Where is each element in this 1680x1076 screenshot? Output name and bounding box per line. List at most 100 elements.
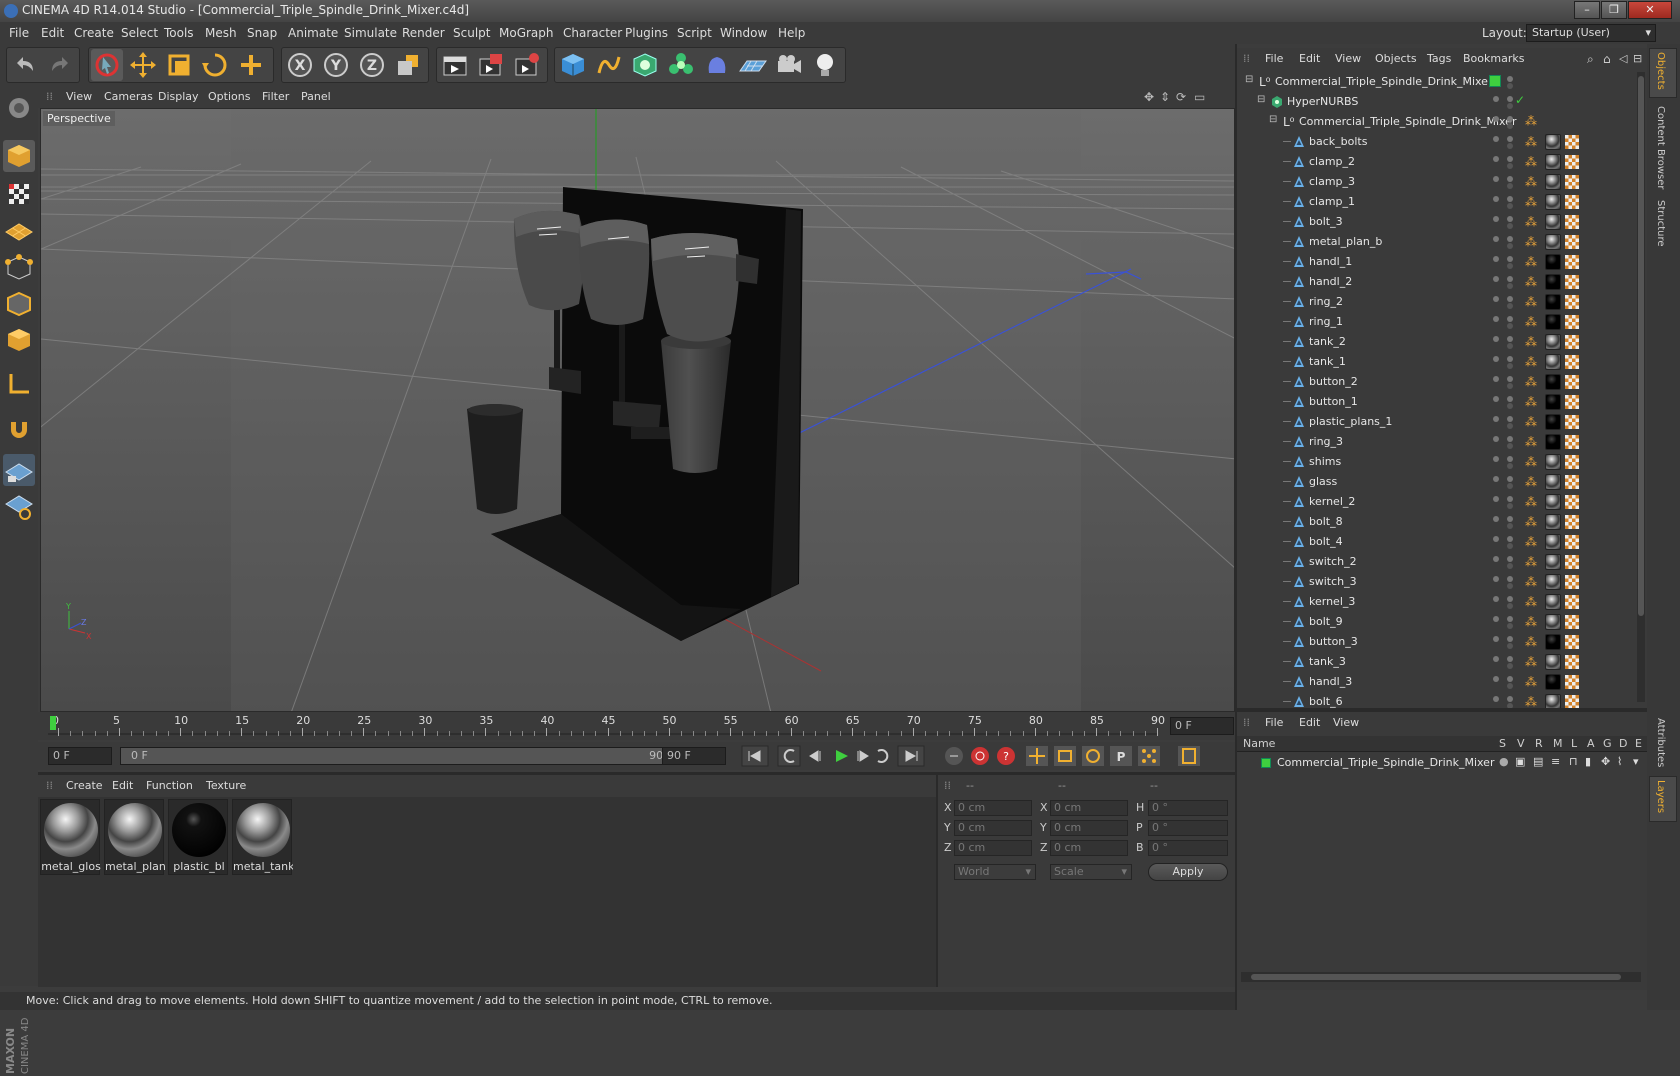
menu-mograph[interactable]: MoGraph (499, 26, 554, 40)
render-visibility-dot[interactable] (1507, 596, 1513, 602)
object-row[interactable]: handl_2 ⁂ (1237, 272, 1647, 292)
phong-tag-icon[interactable]: ⁂ (1525, 414, 1541, 430)
object-row[interactable]: tank_1 ⁂ (1237, 352, 1647, 372)
object-row[interactable]: ⊟ L⁰ Commercial_Triple_Spindle_Drink_Mixer… (1237, 112, 1647, 132)
tab-layers[interactable]: Layers (1655, 780, 1666, 813)
menu-select[interactable]: Select (121, 26, 158, 40)
editor-visibility-dot[interactable] (1493, 696, 1499, 702)
editor-visibility-dot[interactable] (1493, 516, 1499, 522)
phong-tag-icon[interactable]: ⁂ (1525, 434, 1541, 450)
material-tag-icon[interactable] (1545, 494, 1561, 510)
render-visibility-dot[interactable] (1507, 336, 1513, 342)
render-visibility-dot[interactable] (1507, 496, 1513, 502)
material-tag-icon[interactable] (1545, 454, 1561, 470)
render-visibility-dot[interactable] (1507, 96, 1513, 102)
uvw-tag-icon[interactable] (1565, 435, 1579, 449)
editor-visibility-dot[interactable] (1493, 656, 1499, 662)
menu-snap[interactable]: Snap (247, 26, 277, 40)
render-visibility-dot-lower[interactable] (1507, 123, 1513, 129)
scale-icon[interactable] (163, 49, 195, 81)
uvw-tag-icon[interactable] (1565, 275, 1579, 289)
object-name[interactable]: clamp_2 (1309, 155, 1355, 168)
object-name[interactable]: bolt_9 (1309, 615, 1343, 628)
material-tag-icon[interactable] (1545, 434, 1561, 450)
phong-tag-icon[interactable]: ⁂ (1525, 634, 1541, 650)
object-name[interactable]: tank_1 (1309, 355, 1346, 368)
layer-expression-icon[interactable]: ▾ (1633, 755, 1639, 768)
layer-horizontal-scrollbar[interactable] (1241, 972, 1641, 982)
object-name[interactable]: button_1 (1309, 395, 1358, 408)
render-visibility-dot[interactable] (1507, 276, 1513, 282)
uvw-tag-icon[interactable] (1565, 415, 1579, 429)
editor-visibility-dot[interactable] (1493, 456, 1499, 462)
apply-button[interactable]: Apply (1148, 863, 1228, 881)
uvw-tag-icon[interactable] (1565, 335, 1579, 349)
previous-key-icon[interactable] (777, 745, 801, 767)
material-tag-icon[interactable] (1545, 254, 1561, 270)
scrollbar-thumb[interactable] (1251, 974, 1621, 980)
render-visibility-dot-lower[interactable] (1507, 343, 1513, 349)
editor-visibility-dot[interactable] (1493, 416, 1499, 422)
menu-sculpt[interactable]: Sculpt (453, 26, 490, 40)
uvw-tag-icon[interactable] (1565, 375, 1579, 389)
layer-color-tag[interactable] (1489, 75, 1501, 87)
render-visibility-dot-lower[interactable] (1507, 603, 1513, 609)
material-tag-icon[interactable] (1545, 574, 1561, 590)
render-visibility-dot-lower[interactable] (1507, 583, 1513, 589)
phong-tag-icon[interactable]: ⁂ (1525, 234, 1541, 250)
timeline-window-icon[interactable] (1178, 746, 1200, 766)
render-visibility-dot[interactable] (1507, 516, 1513, 522)
expand-toggle-icon[interactable]: ⊟ (1257, 94, 1265, 105)
uvw-tag-icon[interactable] (1565, 635, 1579, 649)
render-visibility-dot-lower[interactable] (1507, 143, 1513, 149)
next-key-icon[interactable] (877, 749, 889, 763)
end-frame-field[interactable]: 90 F (662, 747, 726, 765)
object-row[interactable]: kernel_2 ⁂ (1237, 492, 1647, 512)
phong-tag-icon[interactable]: ⁂ (1525, 514, 1541, 530)
menu-help[interactable]: Help (778, 26, 805, 40)
uvw-tag-icon[interactable] (1565, 595, 1579, 609)
uvw-tag-icon[interactable] (1565, 255, 1579, 269)
render-visibility-dot[interactable] (1507, 616, 1513, 622)
editor-visibility-dot[interactable] (1493, 596, 1499, 602)
layers-menu-view[interactable]: View (1333, 716, 1359, 729)
object-row[interactable]: back_bolts ⁂ (1237, 132, 1647, 152)
material-tag-icon[interactable] (1545, 674, 1561, 690)
minimize-button[interactable]: – (1574, 1, 1600, 19)
layer-animation-icon[interactable]: ▮ (1585, 755, 1591, 768)
back-icon[interactable]: ◁ (1619, 52, 1627, 65)
material-menu-function[interactable]: Function (146, 779, 193, 792)
snap-magnet-icon[interactable] (3, 412, 35, 444)
model-mode-icon[interactable] (3, 140, 35, 172)
render-visibility-dot[interactable] (1507, 576, 1513, 582)
material-tag-icon[interactable] (1545, 474, 1561, 490)
object-row[interactable]: shims ⁂ (1237, 452, 1647, 472)
phong-tag-icon[interactable]: ⁂ (1525, 574, 1541, 590)
uvw-tag-icon[interactable] (1565, 675, 1579, 689)
points-mode-icon[interactable] (3, 252, 35, 284)
layer-solo-icon[interactable]: ● (1499, 755, 1509, 768)
phong-tag-icon[interactable]: ⁂ (1525, 334, 1541, 350)
editor-visibility-dot[interactable] (1493, 196, 1499, 202)
uvw-tag-icon[interactable] (1565, 315, 1579, 329)
render-visibility-dot[interactable] (1507, 656, 1513, 662)
object-name[interactable]: Commercial_Triple_Spindle_Drink_Mixer (1275, 75, 1492, 88)
object-row[interactable]: kernel_3 ⁂ (1237, 592, 1647, 612)
material-tag-icon[interactable] (1545, 374, 1561, 390)
render-visibility-dot-lower[interactable] (1507, 483, 1513, 489)
object-name[interactable]: bolt_6 (1309, 695, 1343, 708)
render-visibility-dot[interactable] (1507, 556, 1513, 562)
material-tag-icon[interactable] (1545, 534, 1561, 550)
next-frame-icon[interactable] (857, 750, 869, 762)
floor-icon[interactable] (737, 49, 769, 81)
previous-frame-icon[interactable] (809, 750, 821, 762)
editor-visibility-dot[interactable] (1493, 576, 1499, 582)
material-tag-icon[interactable] (1545, 634, 1561, 650)
layers-menu-file[interactable]: File (1265, 716, 1283, 729)
camera-icon[interactable] (773, 49, 805, 81)
rot-h-field[interactable]: 0 ° (1148, 800, 1228, 816)
phong-tag-icon[interactable]: ⁂ (1525, 394, 1541, 410)
editor-visibility-dot[interactable] (1493, 636, 1499, 642)
object-name[interactable]: back_bolts (1309, 135, 1367, 148)
object-name[interactable]: switch_2 (1309, 555, 1357, 568)
